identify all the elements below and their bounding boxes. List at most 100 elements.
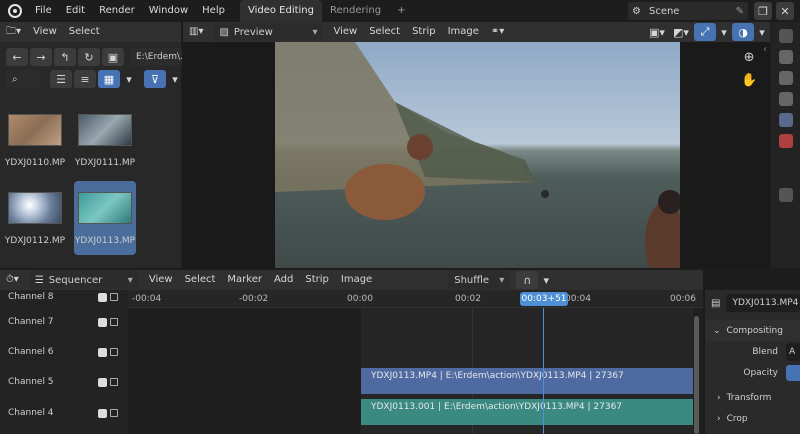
back-icon[interactable]: ← [6, 48, 28, 66]
editor-type-icon[interactable]: 🗀▾ [0, 22, 27, 42]
channel-mute-checkbox[interactable] [98, 377, 107, 387]
pivot-icon[interactable]: ⚭▾ [485, 22, 510, 42]
world-icon[interactable] [778, 134, 793, 148]
playhead-line [543, 308, 544, 434]
channel-lock-icon[interactable] [110, 409, 118, 417]
file-item[interactable]: YDXJ0111.MP [74, 114, 136, 168]
chevron-down-icon: ▾ [312, 26, 318, 38]
add-workspace-button[interactable]: + [389, 0, 413, 22]
preview-editor-type-icon[interactable]: ▥▾ [183, 22, 209, 42]
gizmo-icon[interactable]: ⤢ [694, 23, 716, 41]
fb-search-row: ⌕ ☰ ≡ ▦ ▾ ⊽ ▾ [6, 70, 184, 88]
gizmo-options-icon[interactable]: ▾ [718, 23, 730, 41]
new-folder-icon[interactable]: ▣ [102, 48, 124, 66]
zoom-icon[interactable]: ⊕ [744, 50, 755, 65]
channels-icon[interactable]: ▣▾ [646, 23, 668, 41]
sound-strip[interactable]: YDXJ0113.001 | E:\Erdem\action\YDXJ0113.… [361, 399, 693, 425]
overlap-mode-select[interactable]: Shuffle ▾ [448, 271, 511, 289]
fb-menu-select[interactable]: Select [63, 22, 106, 42]
view-layer-icon[interactable] [778, 92, 793, 106]
compositing-panel-header[interactable]: ⌄ Compositing [705, 320, 800, 341]
sidebar-toggle-icon[interactable]: ‹ [763, 44, 767, 55]
channel-mute-checkbox[interactable] [98, 408, 107, 418]
search-field[interactable]: ⌕ [6, 70, 40, 88]
snap-icon[interactable]: ∩ [516, 271, 539, 289]
file-name: YDXJ0111.MP [74, 158, 136, 168]
movie-strip[interactable]: YDXJ0113.MP4 | E:\Erdem\action\YDXJ0113.… [361, 368, 693, 394]
overlays-options-icon[interactable]: ▾ [756, 23, 768, 41]
pv-menu-strip[interactable]: Strip [406, 22, 442, 42]
channel-mute-checkbox[interactable] [98, 317, 107, 327]
texture-icon[interactable] [778, 188, 793, 202]
tab-rendering[interactable]: Rendering [322, 0, 389, 22]
channel-lock-icon[interactable] [110, 318, 118, 326]
overlays-icon[interactable]: ◑ [732, 23, 754, 41]
snap-options-icon[interactable]: ▾ [540, 271, 552, 289]
seq-menu-image[interactable]: Image [335, 270, 378, 290]
path-field[interactable]: E:\Erdem\... [130, 48, 182, 66]
channel-lock-icon[interactable] [110, 378, 118, 386]
file-item-selected[interactable]: YDXJ0113.MP [74, 181, 136, 255]
display-options-icon[interactable]: ▾ [122, 70, 136, 88]
scene-selector[interactable]: ⚙ Scene ✎ [628, 2, 748, 20]
opacity-slider[interactable] [786, 364, 800, 381]
seq-menu-select[interactable]: Select [179, 270, 222, 290]
filter-icon[interactable]: ⊽ [144, 70, 166, 88]
menu-file[interactable]: File [28, 0, 59, 22]
vertical-scrollbar[interactable] [694, 316, 699, 434]
crop-panel-header[interactable]: › Crop [705, 408, 800, 429]
seq-menu-add[interactable]: Add [268, 270, 299, 290]
blender-logo-icon[interactable] [8, 4, 22, 18]
parent-directory-icon[interactable]: ↰ [54, 48, 76, 66]
filter-options-icon[interactable]: ▾ [168, 70, 182, 88]
ruler-label: -00:02 [239, 294, 269, 304]
channel-lock-icon[interactable] [110, 293, 118, 301]
scene-props-icon[interactable] [778, 113, 793, 127]
file-thumbnail [78, 192, 132, 224]
preview-header-right: ▣▾ ◩▾ ⤢ ▾ ◑ ▾ [646, 23, 770, 41]
strip-name-field[interactable]: YDXJ0113.MP4 [726, 294, 800, 312]
file-item[interactable]: YDXJ0112.MP [4, 192, 66, 246]
remove-scene-icon[interactable]: ✕ [776, 2, 794, 20]
top-bar: File Edit Render Window Help Video Editi… [0, 0, 800, 22]
tool-icon[interactable] [778, 29, 793, 43]
output-icon[interactable] [778, 71, 793, 85]
pin-icon[interactable]: ✎ [732, 6, 748, 17]
hand-icon[interactable]: ✋ [741, 73, 757, 88]
display-channels-icon[interactable]: ◩▾ [670, 23, 692, 41]
playhead-time[interactable]: 00:03+51 [520, 292, 568, 306]
pv-menu-select[interactable]: Select [363, 22, 406, 42]
pv-menu-image[interactable]: Image [442, 22, 485, 42]
channel-mute-checkbox[interactable] [98, 292, 107, 302]
movie-strip-icon: ▤ [711, 297, 721, 309]
vertical-list-icon[interactable]: ☰ [50, 70, 72, 88]
file-thumbnail [8, 114, 62, 146]
time-ruler[interactable]: -00:04 -00:02 00:00 00:02 00:04 00:06 [128, 290, 703, 308]
pv-menu-view[interactable]: View [327, 22, 363, 42]
transform-panel-header[interactable]: › Transform [705, 387, 800, 408]
file-name: YDXJ0113.MP [74, 236, 136, 246]
refresh-icon[interactable]: ↻ [78, 48, 100, 66]
strip-properties: ▤ YDXJ0113.MP4 ⌄ Compositing Blend A Opa… [704, 290, 800, 434]
forward-icon[interactable]: → [30, 48, 52, 66]
menu-window[interactable]: Window [142, 0, 195, 22]
blend-mode-select[interactable]: A [786, 342, 800, 361]
menu-render[interactable]: Render [92, 0, 142, 22]
menu-help[interactable]: Help [195, 0, 232, 22]
render-icon[interactable] [778, 50, 793, 64]
menu-edit[interactable]: Edit [59, 0, 92, 22]
seq-menu-view[interactable]: View [143, 270, 179, 290]
fb-menu-view[interactable]: View [27, 22, 63, 42]
seq-menu-marker[interactable]: Marker [221, 270, 268, 290]
thumbnails-icon[interactable]: ▦ [98, 70, 120, 88]
chevron-right-icon: › [717, 392, 721, 403]
channel-lock-icon[interactable] [110, 348, 118, 356]
tab-video-editing[interactable]: Video Editing [239, 0, 322, 22]
view-mode-select[interactable]: ▨ Preview ▾ [213, 23, 324, 41]
file-item[interactable]: YDXJ0110.MP [4, 114, 66, 168]
new-scene-icon[interactable]: ❐ [754, 2, 772, 20]
channel-mute-checkbox[interactable] [98, 347, 107, 357]
seq-menu-strip[interactable]: Strip [299, 270, 335, 290]
horizontal-list-icon[interactable]: ≡ [74, 70, 96, 88]
crop-label: Crop [726, 413, 748, 424]
